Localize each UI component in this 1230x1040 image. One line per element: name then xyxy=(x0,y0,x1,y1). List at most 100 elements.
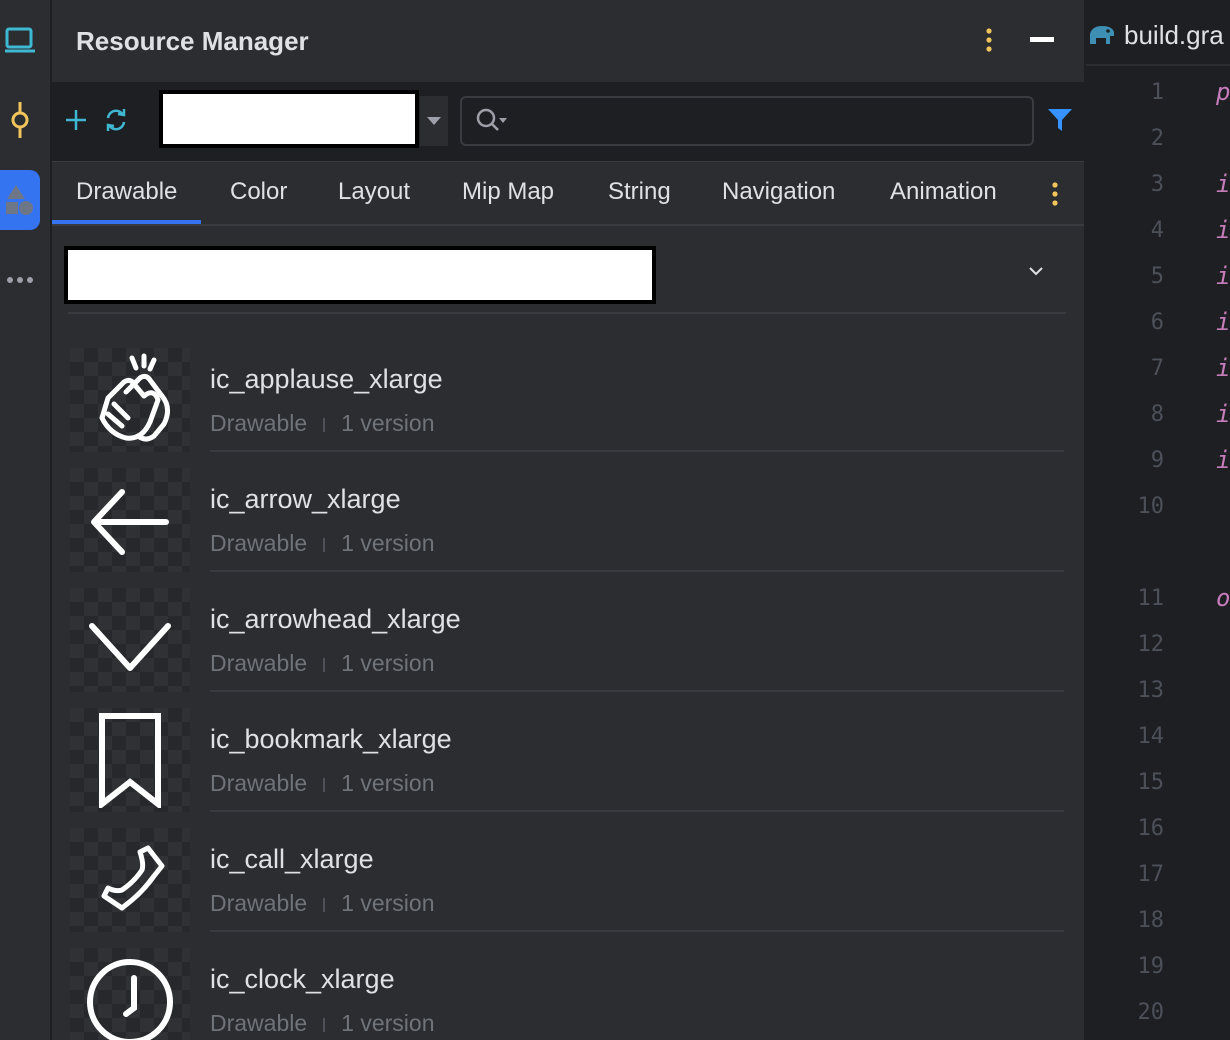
line-number: 3 xyxy=(1150,172,1164,197)
resource-item[interactable]: ic_call_xlarge Drawable 1 version xyxy=(70,828,1066,948)
add-resource-button[interactable] xyxy=(60,104,92,136)
clock-icon xyxy=(87,959,173,1040)
code-line[interactable]: i xyxy=(1216,446,1230,474)
refresh-icon xyxy=(106,109,126,131)
tab-color[interactable]: Color xyxy=(206,162,311,224)
code-line[interactable]: i xyxy=(1216,216,1230,244)
tool-window-strip xyxy=(0,0,51,1040)
line-number: 7 xyxy=(1150,356,1164,381)
device-manager-button[interactable] xyxy=(0,10,40,70)
resource-thumbnail xyxy=(70,348,190,452)
resource-meta: Drawable 1 version xyxy=(210,410,434,437)
search-field[interactable] xyxy=(460,96,1034,146)
plus-icon xyxy=(66,110,86,130)
line-number: 15 xyxy=(1137,770,1165,795)
divider xyxy=(210,690,1064,692)
panel-title: Resource Manager xyxy=(76,26,309,56)
resource-thumbnail xyxy=(70,828,190,932)
line-number: 19 xyxy=(1137,954,1165,979)
meta-separator xyxy=(323,657,326,672)
filter-button[interactable] xyxy=(1044,104,1076,136)
resource-name: ic_arrow_xlarge xyxy=(210,484,401,514)
line-number: 4 xyxy=(1150,218,1164,243)
tab-string[interactable]: String xyxy=(584,162,695,224)
resource-name: ic_applause_xlarge xyxy=(210,364,443,394)
divider xyxy=(68,312,1066,314)
resource-versions: 1 version xyxy=(341,530,435,556)
code-line[interactable]: i xyxy=(1216,262,1230,290)
tab-navigation[interactable]: Navigation xyxy=(698,162,859,224)
resource-meta: Drawable 1 version xyxy=(210,770,434,797)
meta-separator xyxy=(323,777,326,792)
minimize-button[interactable] xyxy=(1024,22,1060,58)
resource-item[interactable]: ic_applause_xlarge Drawable 1 version xyxy=(70,348,1066,468)
tab-mip-map[interactable]: Mip Map xyxy=(438,162,578,224)
resource-meta: Drawable 1 version xyxy=(210,650,434,677)
resource-type: Drawable xyxy=(210,650,308,676)
editor-tab-build-gradle[interactable]: build.gra xyxy=(1086,0,1230,66)
resource-item[interactable]: ic_arrow_xlarge Drawable 1 version xyxy=(70,468,1066,588)
resource-meta: Drawable 1 version xyxy=(210,1010,434,1037)
resource-versions: 1 version xyxy=(341,890,435,916)
commit-icon xyxy=(11,102,29,138)
resource-item[interactable]: ic_bookmark_xlarge Drawable 1 version xyxy=(70,708,1066,828)
line-number: 6 xyxy=(1150,310,1164,335)
divider xyxy=(210,450,1064,452)
resource-name: ic_clock_xlarge xyxy=(210,964,395,994)
module-dropdown-button[interactable] xyxy=(420,96,448,146)
tab-animation[interactable]: Animation xyxy=(866,162,1021,224)
code-editor: build.gra 1 2 3 4 5 6 7 8 9 10 11 12 13 … xyxy=(1086,0,1230,1040)
line-number: 2 xyxy=(1150,126,1164,151)
line-number: 12 xyxy=(1137,632,1165,657)
resource-versions: 1 version xyxy=(341,650,435,676)
resource-item[interactable]: ic_arrowhead_xlarge Drawable 1 version xyxy=(70,588,1066,708)
code-line[interactable]: i xyxy=(1216,354,1230,382)
divider xyxy=(210,810,1064,812)
line-number: 20 xyxy=(1137,1000,1165,1025)
resource-meta: Drawable 1 version xyxy=(210,890,434,917)
resource-name: ic_call_xlarge xyxy=(210,844,374,874)
kebab-menu-icon xyxy=(1052,182,1058,206)
line-number: 10 xyxy=(1137,494,1165,519)
resource-type: Drawable xyxy=(210,1010,308,1036)
sort-select[interactable] xyxy=(64,246,656,304)
search-icon xyxy=(476,108,507,131)
commit-button[interactable] xyxy=(0,90,40,150)
resource-name: ic_arrowhead_xlarge xyxy=(210,604,461,634)
resource-versions: 1 version xyxy=(341,770,435,796)
refresh-button[interactable] xyxy=(100,104,132,136)
more-tool-windows-button[interactable] xyxy=(0,250,40,310)
filter-icon xyxy=(1048,109,1072,131)
resource-thumbnail xyxy=(70,588,190,692)
resource-thumbnail xyxy=(70,948,190,1040)
resource-type: Drawable xyxy=(210,410,308,436)
search-input[interactable] xyxy=(514,104,1014,138)
divider xyxy=(210,930,1064,932)
resource-type: Drawable xyxy=(210,530,308,556)
line-number: 14 xyxy=(1137,724,1165,749)
resource-manager-tool-button[interactable] xyxy=(0,170,40,230)
resource-type: Drawable xyxy=(210,890,308,916)
module-select[interactable] xyxy=(159,90,419,148)
options-button[interactable] xyxy=(974,22,1004,58)
more-tabs-button[interactable] xyxy=(1040,176,1070,212)
resource-item[interactable]: ic_clock_xlarge Drawable 1 version xyxy=(70,948,1066,1040)
arrow-left-icon xyxy=(91,489,169,555)
code-line[interactable]: i xyxy=(1216,170,1230,198)
caret-down-icon xyxy=(427,117,441,125)
resource-meta: Drawable 1 version xyxy=(210,530,434,557)
resource-versions: 1 version xyxy=(341,1010,435,1036)
tab-layout[interactable]: Layout xyxy=(314,162,434,224)
code-line[interactable]: i xyxy=(1216,308,1230,336)
resource-type-tabs: Drawable Color Layout Mip Map String Nav… xyxy=(52,162,1084,226)
line-number: 9 xyxy=(1150,448,1164,473)
code-line[interactable]: o xyxy=(1216,584,1230,612)
collapse-section-button[interactable] xyxy=(1022,256,1050,286)
monitor-icon xyxy=(5,27,35,53)
code-line[interactable]: i xyxy=(1216,400,1230,428)
tab-drawable[interactable]: Drawable xyxy=(52,162,202,224)
gradle-elephant-icon xyxy=(1090,26,1114,44)
code-line[interactable]: p xyxy=(1216,78,1230,106)
resource-versions: 1 version xyxy=(341,410,435,436)
resource-manager-panel: Resource Manager Drawable Color Layout M… xyxy=(52,0,1085,1040)
